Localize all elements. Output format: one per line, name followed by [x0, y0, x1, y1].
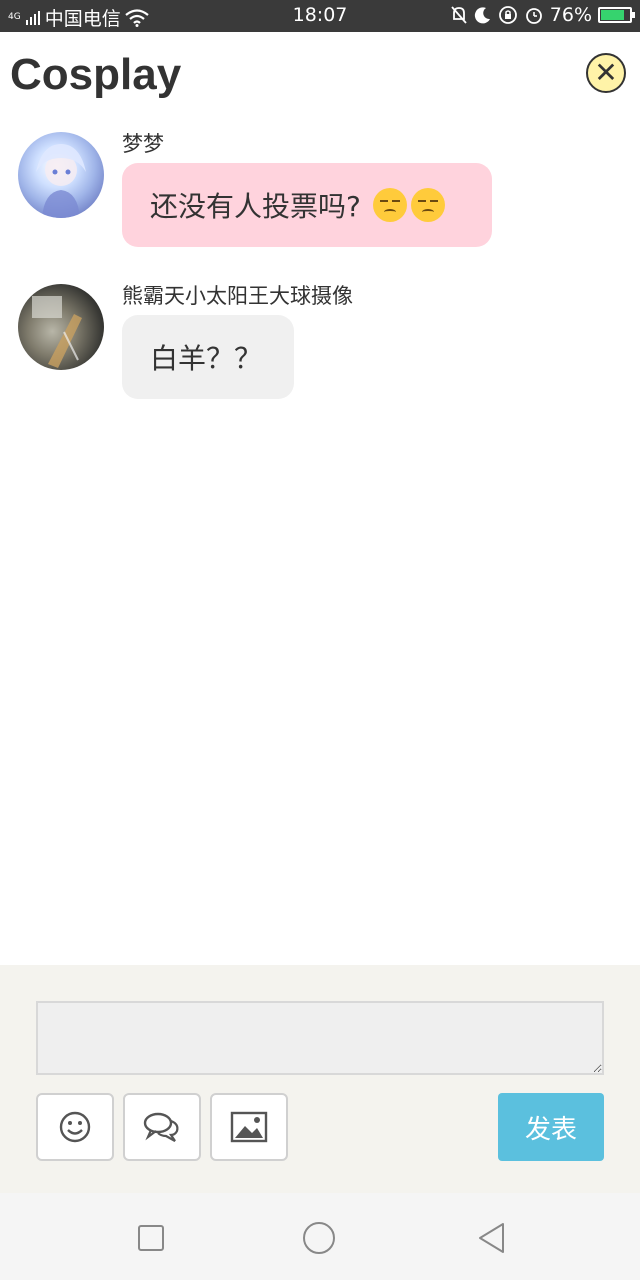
message-bubble[interactable]: 白羊？？ — [122, 315, 294, 399]
alarm-clock-icon — [525, 8, 542, 24]
sender-name: 梦梦 — [122, 132, 164, 156]
message-text: 白羊？？ — [150, 342, 263, 375]
do-not-disturb-moon-icon — [474, 7, 490, 24]
status-right: 76% — [450, 4, 635, 26]
home-button[interactable] — [302, 1221, 336, 1255]
chat-bubbles-icon — [143, 1112, 179, 1142]
image-icon — [230, 1111, 268, 1143]
system-nav-bar — [0, 1193, 640, 1280]
sender-name: 熊霸天小太阳王大球摄像 — [122, 284, 353, 308]
image-button[interactable] — [210, 1093, 288, 1161]
back-button[interactable] — [474, 1221, 508, 1255]
status-bar: 4G 中国电信 18:07 76% — [0, 0, 640, 32]
disappointed-face-icon — [372, 188, 407, 222]
emoji-button[interactable] — [36, 1093, 114, 1161]
message-input[interactable] — [36, 1001, 604, 1075]
message-text: 还没有人投票吗? — [150, 190, 361, 223]
recent-apps-button[interactable] — [134, 1221, 168, 1255]
mute-bell-icon — [451, 6, 467, 24]
message-bubble[interactable]: 还没有人投票吗? — [122, 163, 492, 247]
avatar[interactable] — [18, 284, 104, 370]
send-button[interactable]: 发表 — [498, 1093, 604, 1161]
back-triangle-icon — [479, 1223, 504, 1253]
close-icon: ✕ — [594, 56, 618, 89]
page-title: Cosplay — [10, 50, 182, 99]
quote-comment-button[interactable] — [123, 1093, 201, 1161]
disappointed-face-icon — [410, 188, 445, 222]
smiley-icon — [59, 1111, 91, 1143]
battery-fill — [601, 10, 624, 20]
circle-icon — [303, 1222, 335, 1254]
battery-percent: 76% — [549, 4, 592, 26]
avatar-image — [36, 144, 86, 218]
close-button[interactable]: ✕ — [586, 53, 626, 93]
battery-icon — [598, 7, 635, 23]
avatar[interactable] — [18, 132, 104, 218]
square-icon — [138, 1225, 164, 1251]
composer-panel: 发表 — [0, 965, 640, 1193]
avatar-image — [32, 296, 82, 368]
rotation-lock-icon — [498, 6, 517, 24]
